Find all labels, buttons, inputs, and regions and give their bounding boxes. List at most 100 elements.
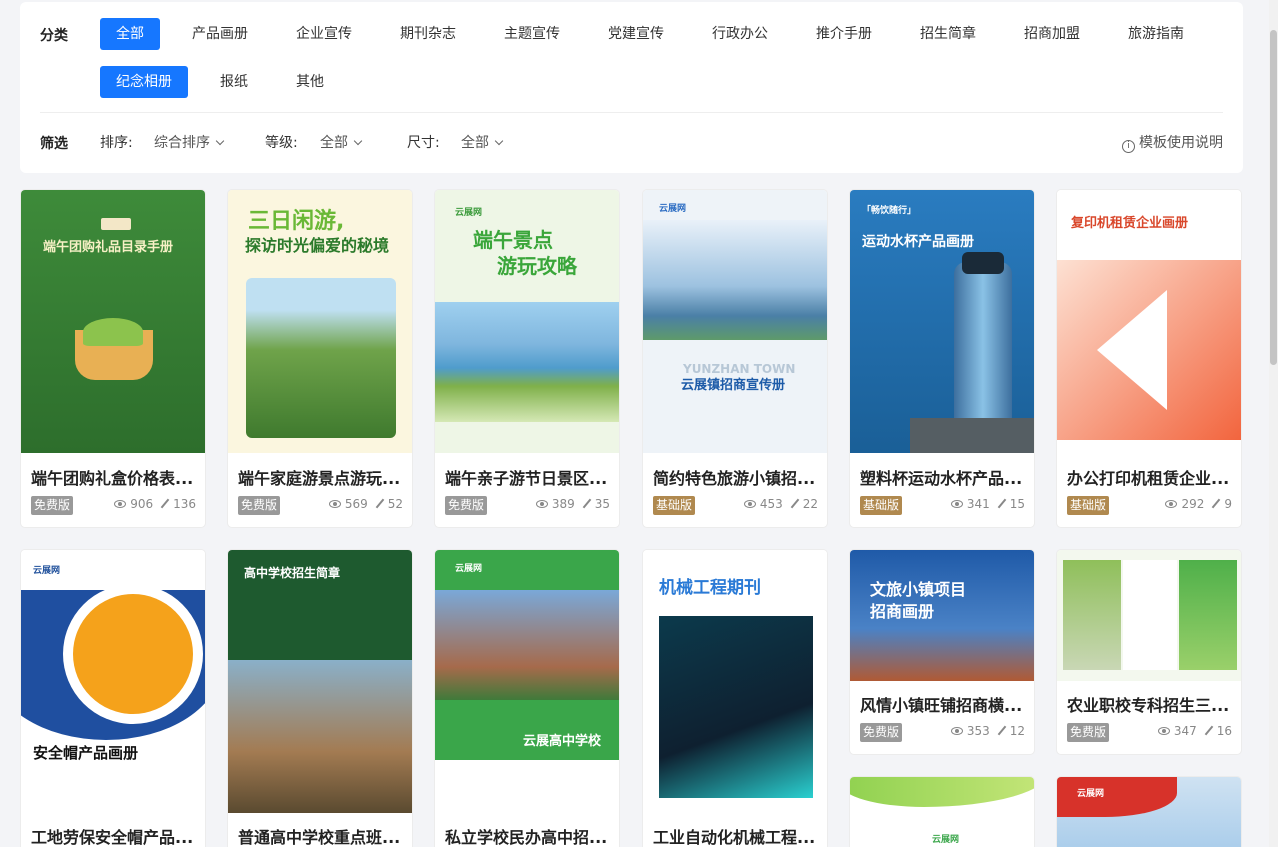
template-card[interactable]: 云展网	[849, 776, 1035, 847]
view-count: 353	[966, 724, 990, 738]
category-other[interactable]: 其他	[284, 66, 336, 98]
category-travel-guide[interactable]: 旅游指南	[1116, 18, 1196, 50]
edit-count: 12	[1009, 724, 1025, 738]
thumb-title: 云展高中学校	[523, 734, 602, 749]
edit-count: 9	[1224, 497, 1232, 511]
category-admissions[interactable]: 招生简章	[908, 18, 988, 50]
card-thumbnail: 机械工程期刊	[643, 550, 827, 813]
view-count: 341	[966, 497, 990, 511]
card-thumbnail: 三日闲游, 探访时光偏爱的秘境	[228, 190, 412, 453]
edit-count: 35	[594, 497, 610, 511]
template-card[interactable]: 复印机租赁企业画册 办公打印机租赁企业... 基础版 292 9	[1056, 189, 1242, 528]
card-title: 工地劳保安全帽产品...	[31, 828, 194, 847]
card-title: 工业自动化机械工程...	[653, 828, 816, 847]
card-thumbnail: 「畅饮随行」 运动水杯产品画册	[850, 190, 1034, 453]
card-thumbnail: 云展网	[850, 777, 1034, 847]
card-title: 风情小镇旺铺招商横...	[860, 696, 1023, 715]
card-stats: 347 16	[1157, 724, 1232, 738]
template-card[interactable]: 文旅小镇项目 招商画册 风情小镇旺铺招商横... 免费版 353 12	[849, 549, 1035, 755]
category-all[interactable]: 全部	[100, 18, 160, 50]
template-card[interactable]: 农业职校专科招生三... 免费版 347 16	[1056, 549, 1242, 755]
card-title: 简约特色旅游小镇招...	[653, 469, 816, 488]
version-badge: 基础版	[1067, 496, 1110, 515]
level-value: 全部	[320, 135, 348, 151]
category-product-album[interactable]: 产品画册	[180, 18, 260, 50]
template-card[interactable]: 高中学校招生简章 普通高中学校重点班...	[227, 549, 413, 847]
template-card[interactable]: 云展网 端午景点 游玩攻略 端午亲子游节日景区... 免费版 389 35	[434, 189, 620, 528]
thumb-title: 安全帽产品画册	[33, 744, 139, 762]
edit-count: 136	[173, 497, 196, 511]
template-card[interactable]: 端午团购礼品目录手册 端午团购礼盒价格表... 免费版 906 136	[20, 189, 206, 528]
view-count: 453	[759, 497, 783, 511]
thumb-sub: 云展网	[455, 564, 483, 574]
template-card[interactable]: 云展网	[1056, 776, 1242, 847]
thumb-title: 复印机租赁企业画册	[1071, 216, 1189, 231]
category-newspaper[interactable]: 报纸	[208, 66, 260, 98]
thumb-title: 高中学校招生简章	[244, 566, 341, 580]
eye-icon	[114, 500, 127, 508]
category-enterprise-promo[interactable]: 企业宣传	[284, 18, 364, 50]
scrollbar-thumb[interactable]	[1270, 30, 1277, 365]
eye-icon	[743, 500, 756, 508]
version-badge: 基础版	[860, 496, 903, 515]
template-card[interactable]: 「畅饮随行」 运动水杯产品画册 塑料杯运动水杯产品... 基础版 341 15	[849, 189, 1035, 528]
card-title: 塑料杯运动水杯产品...	[860, 469, 1023, 488]
eye-icon	[1165, 500, 1178, 508]
template-card[interactable]: 云展网 云展高中学校 私立学校民办高中招...	[434, 549, 620, 847]
template-card[interactable]: 机械工程期刊 工业自动化机械工程...	[642, 549, 828, 847]
thumb-sub: 云展网	[932, 835, 960, 845]
card-stats: 353 12	[950, 724, 1025, 738]
version-badge: 免费版	[1067, 723, 1110, 742]
view-count: 292	[1181, 497, 1205, 511]
eye-icon	[535, 500, 548, 508]
pencil-icon	[582, 498, 592, 509]
card-thumbnail: 云展网 云展高中学校	[435, 550, 619, 813]
version-badge: 免费版	[238, 496, 281, 515]
card-thumbnail: 复印机租赁企业画册	[1057, 190, 1241, 453]
size-dropdown[interactable]: 全部	[461, 132, 504, 154]
card-thumbnail: 云展网 端午景点 游玩攻略	[435, 190, 619, 453]
size-label: 尺寸:	[407, 135, 440, 151]
category-label: 分类	[40, 28, 68, 44]
category-theme-promo[interactable]: 主题宣传	[492, 18, 572, 50]
template-card[interactable]: 云展网 YUNZHAN TOWN 云展镇招商宣传册 简约特色旅游小镇招... 基…	[642, 189, 828, 528]
card-title: 农业职校专科招生三...	[1067, 696, 1230, 715]
category-promo-manual[interactable]: 推介手册	[804, 18, 884, 50]
eye-icon	[328, 500, 341, 508]
template-help-link[interactable]: i 模板使用说明	[1122, 132, 1223, 154]
edit-count: 52	[387, 497, 403, 511]
divider	[40, 112, 1223, 113]
pencil-icon	[997, 498, 1007, 509]
thumb-title: YUNZHAN TOWN	[683, 362, 796, 376]
card-thumbnail: 云展网	[1057, 777, 1241, 847]
version-badge: 免费版	[860, 723, 903, 742]
category-party-building[interactable]: 党建宣传	[596, 18, 676, 50]
thumb-sub: 云展网	[1077, 789, 1105, 799]
version-badge: 免费版	[31, 496, 74, 515]
card-title: 私立学校民办高中招...	[445, 828, 608, 847]
info-icon: i	[1122, 140, 1135, 153]
template-card[interactable]: 三日闲游, 探访时光偏爱的秘境 端午家庭游景点游玩... 免费版 569 52	[227, 189, 413, 528]
level-dropdown[interactable]: 全部	[320, 132, 363, 154]
scrollbar[interactable]	[1269, 0, 1278, 847]
thumb-title: 机械工程期刊	[659, 578, 761, 598]
thumb-sub: 「畅饮随行」	[862, 206, 917, 216]
card-thumbnail: 端午团购礼品目录手册	[21, 190, 205, 453]
card-stats: 569 52	[328, 497, 403, 511]
size-value: 全部	[461, 135, 489, 151]
card-stats: 453 22	[743, 497, 818, 511]
card-stats: 906 136	[114, 497, 196, 511]
edit-count: 22	[802, 497, 818, 511]
category-periodical[interactable]: 期刊杂志	[388, 18, 468, 50]
sort-value: 综合排序	[154, 135, 210, 151]
help-text: 模板使用说明	[1139, 135, 1223, 151]
category-franchise[interactable]: 招商加盟	[1012, 18, 1092, 50]
category-admin-office[interactable]: 行政办公	[700, 18, 780, 50]
category-memorial-album[interactable]: 纪念相册	[100, 66, 188, 98]
thumb-title: 端午团购礼品目录手册	[43, 240, 174, 255]
screen-label: 筛选	[40, 136, 68, 152]
sort-dropdown[interactable]: 综合排序	[154, 132, 225, 154]
template-card[interactable]: 云展网 安全帽产品画册 工地劳保安全帽产品...	[20, 549, 206, 847]
card-thumbnail	[1057, 550, 1241, 681]
pencil-icon	[1204, 725, 1214, 736]
